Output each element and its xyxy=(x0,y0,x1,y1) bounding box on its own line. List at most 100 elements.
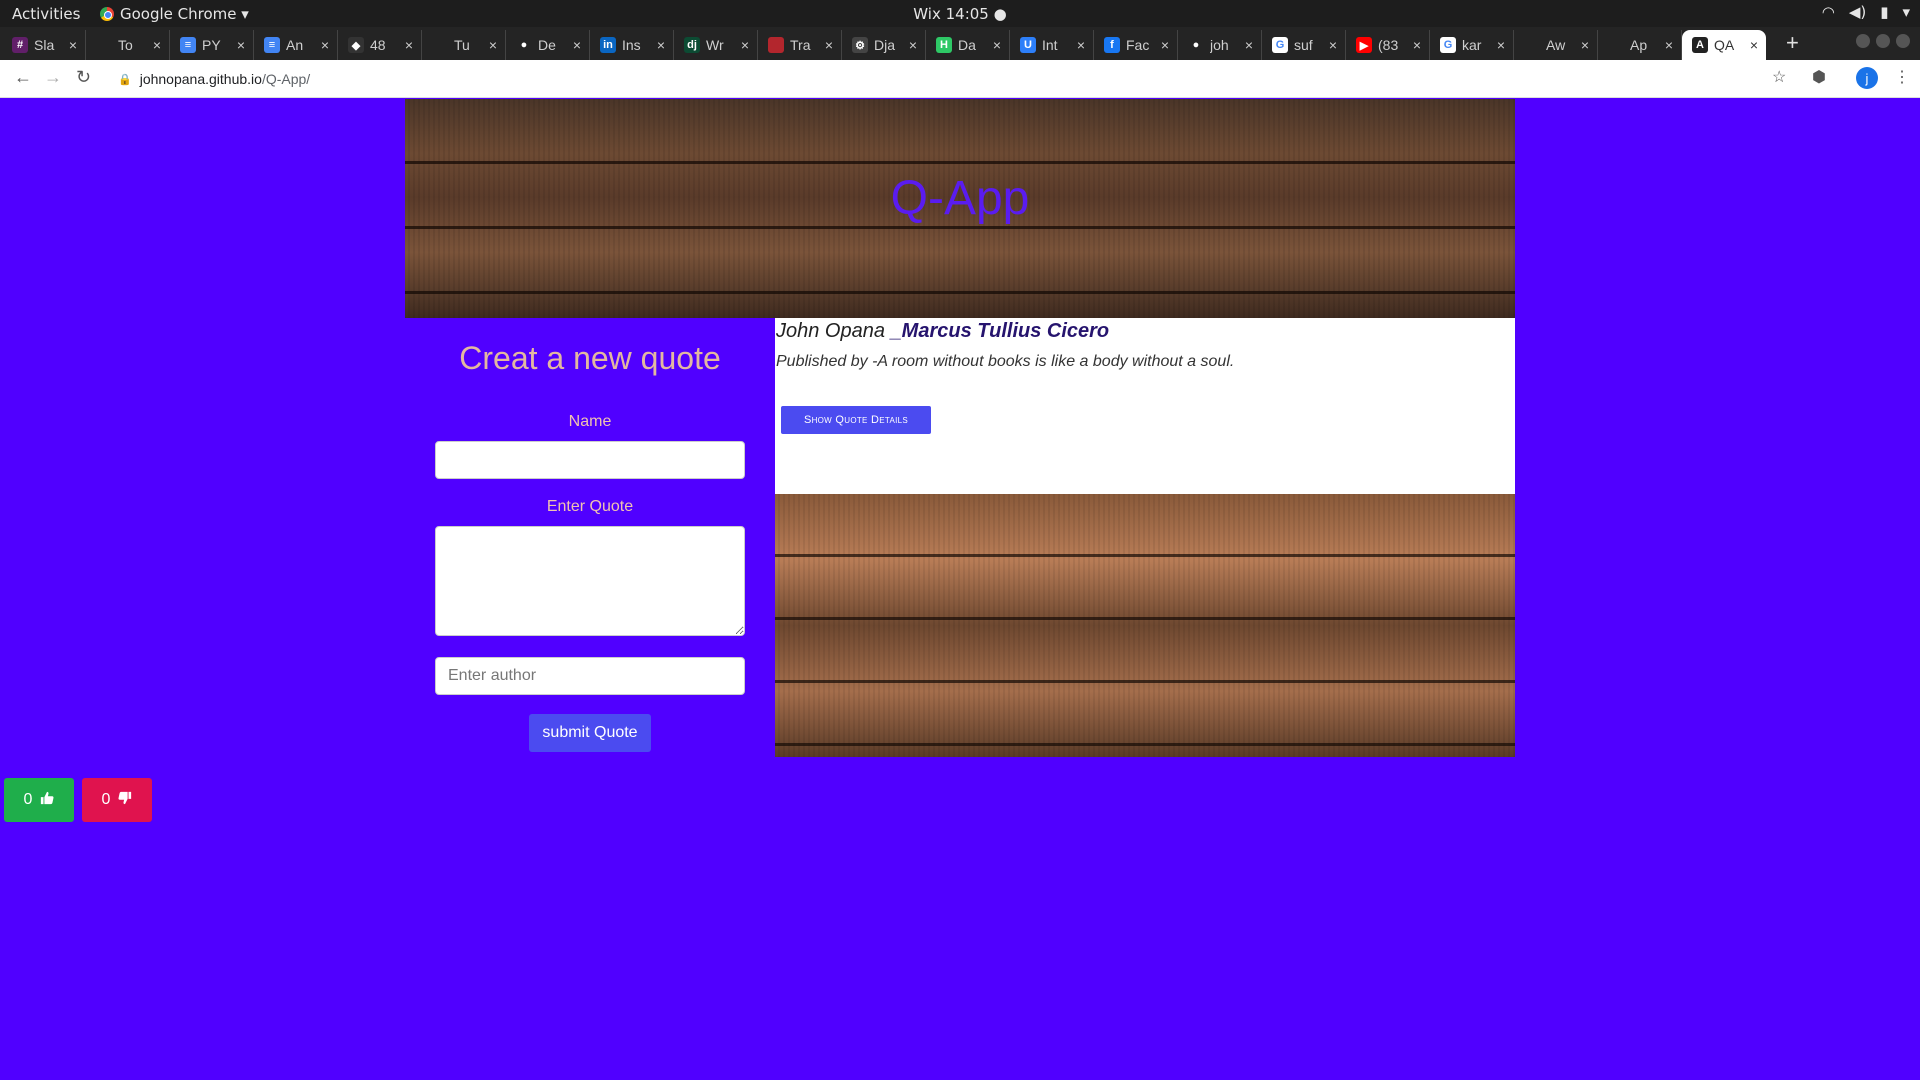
tab-favicon-icon: ⚙ xyxy=(852,37,868,53)
tab-title: De xyxy=(538,37,556,53)
minimize-icon[interactable] xyxy=(1856,34,1870,48)
browser-tab[interactable]: ≡ An × xyxy=(254,30,338,60)
activities-button[interactable]: Activities xyxy=(12,5,80,23)
browser-tab[interactable]: H Da × xyxy=(926,30,1010,60)
name-input[interactable] xyxy=(435,441,745,479)
quote-textarea[interactable] xyxy=(435,526,745,636)
browser-tab[interactable]: in Ins × xyxy=(590,30,674,60)
url-host: johnopana.github.io xyxy=(139,71,262,87)
name-label: Name xyxy=(568,413,612,430)
tab-favicon-icon: U xyxy=(1020,37,1036,53)
tab-favicon-icon: ◆ xyxy=(348,37,364,53)
tab-favicon-icon xyxy=(432,37,448,53)
browser-tab[interactable]: ▶ (83 × xyxy=(1346,30,1430,60)
battery-icon: ▮ xyxy=(1880,3,1889,21)
app-menu[interactable]: Google Chrome ▾ xyxy=(100,5,249,23)
app-title: Q-App xyxy=(890,172,1030,225)
volume-icon: ◀) xyxy=(1848,3,1867,21)
author-input[interactable] xyxy=(435,657,745,695)
close-tab-icon[interactable]: × xyxy=(1077,37,1085,53)
tab-favicon-icon: # xyxy=(12,37,28,53)
forward-arrow-icon[interactable]: → xyxy=(44,67,62,88)
browser-tab[interactable]: Tra × xyxy=(758,30,842,60)
reload-icon[interactable]: ↻ xyxy=(76,67,91,88)
browser-tab[interactable]: ⚙ Dja × xyxy=(842,30,926,60)
close-tab-icon[interactable]: × xyxy=(1245,37,1253,53)
tab-favicon-icon: dj xyxy=(684,37,700,53)
close-tab-icon[interactable]: × xyxy=(909,37,917,53)
tab-favicon-icon: ● xyxy=(516,37,532,53)
browser-tab[interactable]: ● De × xyxy=(506,30,590,60)
close-tab-icon[interactable]: × xyxy=(153,37,161,53)
close-tab-icon[interactable]: × xyxy=(657,37,665,53)
browser-tab[interactable]: Tu × xyxy=(422,30,506,60)
close-tab-icon[interactable]: × xyxy=(321,37,329,53)
form-title: Creat a new quote xyxy=(459,340,721,376)
lock-icon[interactable]: 🔒 xyxy=(118,73,132,86)
tab-favicon-icon: G xyxy=(1440,37,1456,53)
close-tab-icon[interactable]: × xyxy=(1750,37,1758,53)
back-arrow-icon[interactable]: ← xyxy=(14,67,32,88)
chevron-down-icon: ▾ xyxy=(1902,3,1910,21)
tab-title: An xyxy=(286,37,304,53)
close-tab-icon[interactable]: × xyxy=(489,37,497,53)
hero-banner: Q-App xyxy=(405,99,1515,318)
browser-tab[interactable]: ≡ PY × xyxy=(170,30,254,60)
close-tab-icon[interactable]: × xyxy=(1413,37,1421,53)
close-tab-icon[interactable]: × xyxy=(573,37,581,53)
browser-tab[interactable]: f Fac × xyxy=(1094,30,1178,60)
show-quote-details-button[interactable]: Show Quote Details xyxy=(781,406,931,434)
tab-title: kar xyxy=(1462,37,1482,53)
downvote-button[interactable]: 0 xyxy=(82,778,152,822)
new-tab-button[interactable]: + xyxy=(1786,30,1799,56)
browser-tab[interactable]: Gsuf × xyxy=(1262,30,1346,60)
wood-background-panel xyxy=(775,494,1515,757)
close-tab-icon[interactable]: × xyxy=(1665,37,1673,53)
tab-favicon-icon: A xyxy=(1692,37,1708,53)
browser-tab[interactable]: dj Wr × xyxy=(674,30,758,60)
tab-favicon-icon: f xyxy=(1104,37,1120,53)
tab-favicon-icon xyxy=(768,37,784,53)
tab-favicon-icon xyxy=(1608,37,1624,53)
address-bar[interactable]: 🔒 johnopana.github.io/Q-App/ xyxy=(108,64,1782,94)
extension-icon[interactable]: ⬢ xyxy=(1812,67,1826,87)
browser-tab[interactable]: ● joh × xyxy=(1178,30,1262,60)
tab-title: Dja xyxy=(874,37,896,53)
browser-tab[interactable]: Ap × xyxy=(1598,30,1682,60)
close-window-icon[interactable] xyxy=(1896,34,1910,48)
browser-tab[interactable]: A QA × xyxy=(1682,30,1766,60)
tab-strip: # Sla × To × ≡ PY × ≡ An × ◆ 48 × Tu × ● De × in Ins × dj Wr × Tr… xyxy=(0,27,1920,60)
browser-tab[interactable]: Aw × xyxy=(1514,30,1598,60)
browser-tab[interactable]: # Sla × xyxy=(2,30,86,60)
close-tab-icon[interactable]: × xyxy=(405,37,413,53)
thumbs-down-icon xyxy=(118,791,132,810)
clock[interactable]: Wix 14:05 ● xyxy=(913,5,1006,23)
browser-tab[interactable]: U Int × xyxy=(1010,30,1094,60)
close-tab-icon[interactable]: × xyxy=(741,37,749,53)
menu-kebab-icon[interactable]: ⋮ xyxy=(1894,67,1910,87)
browser-tab[interactable]: ◆ 48 × xyxy=(338,30,422,60)
close-tab-icon[interactable]: × xyxy=(69,37,77,53)
thumbs-up-icon xyxy=(40,791,54,810)
close-tab-icon[interactable]: × xyxy=(1581,37,1589,53)
maximize-icon[interactable] xyxy=(1876,34,1890,48)
tab-favicon-icon: ≡ xyxy=(180,37,196,53)
close-tab-icon[interactable]: × xyxy=(825,37,833,53)
quote-card: John Opana _Marcus Tullius Cicero Publis… xyxy=(775,318,1515,494)
system-tray[interactable]: ◠ ◀) ▮ ▾ xyxy=(1822,3,1910,21)
close-tab-icon[interactable]: × xyxy=(1497,37,1505,53)
browser-tab[interactable]: To × xyxy=(86,30,170,60)
tab-favicon-icon: H xyxy=(936,37,952,53)
upvote-button[interactable]: 0 xyxy=(4,778,74,822)
close-tab-icon[interactable]: × xyxy=(993,37,1001,53)
close-tab-icon[interactable]: × xyxy=(1329,37,1337,53)
profile-avatar[interactable]: j xyxy=(1856,67,1878,89)
submit-quote-button[interactable]: submit Quote xyxy=(529,714,651,752)
close-tab-icon[interactable]: × xyxy=(237,37,245,53)
system-top-bar: Activities Google Chrome ▾ Wix 14:05 ● ◠… xyxy=(0,0,1920,27)
quote-label: Enter Quote xyxy=(546,498,634,515)
browser-tab[interactable]: Gkar × xyxy=(1430,30,1514,60)
bookmark-star-icon[interactable]: ☆ xyxy=(1772,67,1786,87)
quote-header: John Opana _Marcus Tullius Cicero xyxy=(776,320,1514,343)
close-tab-icon[interactable]: × xyxy=(1161,37,1169,53)
